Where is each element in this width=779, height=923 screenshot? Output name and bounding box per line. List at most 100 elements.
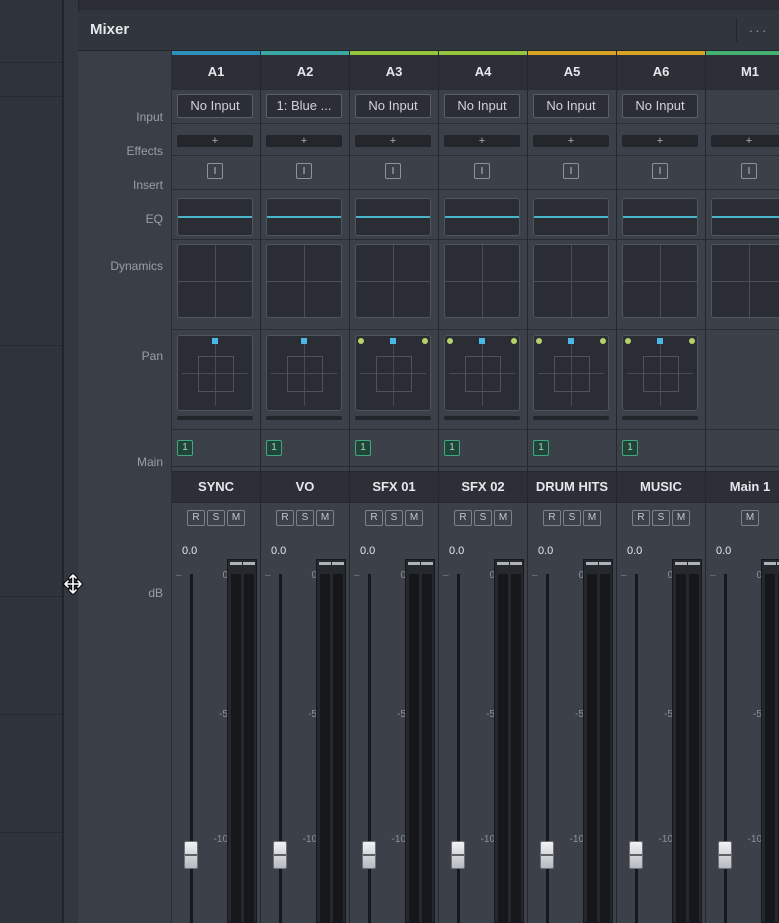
- volume-fader[interactable]: [718, 841, 732, 869]
- eq-graph[interactable]: [622, 198, 698, 236]
- pan-width-bar[interactable]: [266, 416, 342, 420]
- eq-graph[interactable]: [355, 198, 431, 236]
- dynamics-graph[interactable]: [622, 244, 698, 318]
- mute-button[interactable]: M: [227, 510, 245, 526]
- pan-position-marker[interactable]: [390, 338, 396, 344]
- track-name[interactable]: VO: [261, 471, 349, 503]
- volume-fader[interactable]: [362, 841, 376, 869]
- solo-button[interactable]: S: [563, 510, 581, 526]
- volume-fader[interactable]: [629, 841, 643, 869]
- add-effect-button[interactable]: +: [177, 135, 253, 147]
- record-button[interactable]: R: [187, 510, 205, 526]
- fader-track[interactable]: [635, 574, 638, 923]
- mute-button[interactable]: M: [672, 510, 690, 526]
- insert-toggle[interactable]: I: [652, 163, 668, 179]
- pan-position-marker[interactable]: [212, 338, 218, 344]
- add-effect-button[interactable]: +: [444, 135, 520, 147]
- solo-button[interactable]: S: [652, 510, 670, 526]
- input-selector[interactable]: No Input: [533, 94, 609, 118]
- eq-graph[interactable]: [711, 198, 779, 236]
- insert-toggle[interactable]: I: [207, 163, 223, 179]
- mute-button[interactable]: M: [405, 510, 423, 526]
- dynamics-graph[interactable]: [266, 244, 342, 318]
- track-name[interactable]: SYNC: [172, 471, 260, 503]
- volume-fader[interactable]: [451, 841, 465, 869]
- track-name[interactable]: MUSIC: [617, 471, 705, 503]
- solo-button[interactable]: S: [207, 510, 225, 526]
- input-selector[interactable]: No Input: [177, 94, 253, 118]
- main-bus-toggle[interactable]: 1: [533, 440, 549, 456]
- dynamics-graph[interactable]: [177, 244, 253, 318]
- pan-control[interactable]: [622, 335, 698, 411]
- pan-control[interactable]: [177, 335, 253, 411]
- volume-fader[interactable]: [273, 841, 287, 869]
- record-button[interactable]: R: [543, 510, 561, 526]
- insert-toggle[interactable]: I: [474, 163, 490, 179]
- solo-button[interactable]: S: [385, 510, 403, 526]
- main-bus-toggle[interactable]: 1: [266, 440, 282, 456]
- insert-toggle[interactable]: I: [563, 163, 579, 179]
- pan-control[interactable]: [444, 335, 520, 411]
- main-bus-toggle[interactable]: 1: [177, 440, 193, 456]
- fader-track[interactable]: [279, 574, 282, 923]
- eq-graph[interactable]: [177, 198, 253, 236]
- pan-width-bar[interactable]: [622, 416, 698, 420]
- volume-fader[interactable]: [184, 841, 198, 869]
- fader-track[interactable]: [724, 574, 727, 923]
- solo-button[interactable]: S: [474, 510, 492, 526]
- main-bus-toggle[interactable]: 1: [355, 440, 371, 456]
- record-button[interactable]: R: [454, 510, 472, 526]
- pan-width-bar[interactable]: [177, 416, 253, 420]
- input-selector[interactable]: No Input: [444, 94, 520, 118]
- add-effect-button[interactable]: +: [711, 135, 779, 147]
- dynamics-graph[interactable]: [444, 244, 520, 318]
- eq-graph[interactable]: [266, 198, 342, 236]
- pan-control[interactable]: [355, 335, 431, 411]
- pan-control[interactable]: [533, 335, 609, 411]
- track-name[interactable]: Main 1: [706, 471, 779, 503]
- add-effect-button[interactable]: +: [355, 135, 431, 147]
- dynamics-graph[interactable]: [711, 244, 779, 318]
- dynamics-graph[interactable]: [533, 244, 609, 318]
- input-selector[interactable]: No Input: [355, 94, 431, 118]
- mute-button[interactable]: M: [316, 510, 334, 526]
- pan-position-marker[interactable]: [479, 338, 485, 344]
- track-name[interactable]: SFX 02: [439, 471, 527, 503]
- add-effect-button[interactable]: +: [533, 135, 609, 147]
- pan-position-marker[interactable]: [657, 338, 663, 344]
- pan-position-marker[interactable]: [568, 338, 574, 344]
- more-options-icon[interactable]: ···: [736, 18, 779, 42]
- insert-toggle[interactable]: I: [741, 163, 757, 179]
- pan-width-bar[interactable]: [444, 416, 520, 420]
- track-name[interactable]: DRUM HITS: [528, 471, 616, 503]
- pan-control[interactable]: [266, 335, 342, 411]
- dynamics-graph[interactable]: [355, 244, 431, 318]
- main-bus-toggle[interactable]: 1: [444, 440, 460, 456]
- fader-track[interactable]: [546, 574, 549, 923]
- eq-graph[interactable]: [533, 198, 609, 236]
- mute-button[interactable]: M: [494, 510, 512, 526]
- insert-toggle[interactable]: I: [385, 163, 401, 179]
- mute-button[interactable]: M: [583, 510, 601, 526]
- add-effect-button[interactable]: +: [266, 135, 342, 147]
- mute-button[interactable]: M: [741, 510, 759, 526]
- record-button[interactable]: R: [365, 510, 383, 526]
- fader-track[interactable]: [368, 574, 371, 923]
- volume-fader[interactable]: [540, 841, 554, 869]
- input-selector[interactable]: 1: Blue ...: [266, 94, 342, 118]
- fader-track[interactable]: [190, 574, 193, 923]
- pan-position-marker[interactable]: [301, 338, 307, 344]
- record-button[interactable]: R: [276, 510, 294, 526]
- track-name[interactable]: SFX 01: [350, 471, 438, 503]
- insert-toggle[interactable]: I: [296, 163, 312, 179]
- input-selector[interactable]: No Input: [622, 94, 698, 118]
- record-button[interactable]: R: [632, 510, 650, 526]
- solo-button[interactable]: S: [296, 510, 314, 526]
- panel-divider[interactable]: [63, 0, 79, 923]
- add-effect-button[interactable]: +: [622, 135, 698, 147]
- fader-track[interactable]: [457, 574, 460, 923]
- pan-width-bar[interactable]: [533, 416, 609, 420]
- pan-width-bar[interactable]: [355, 416, 431, 420]
- eq-graph[interactable]: [444, 198, 520, 236]
- main-bus-toggle[interactable]: 1: [622, 440, 638, 456]
